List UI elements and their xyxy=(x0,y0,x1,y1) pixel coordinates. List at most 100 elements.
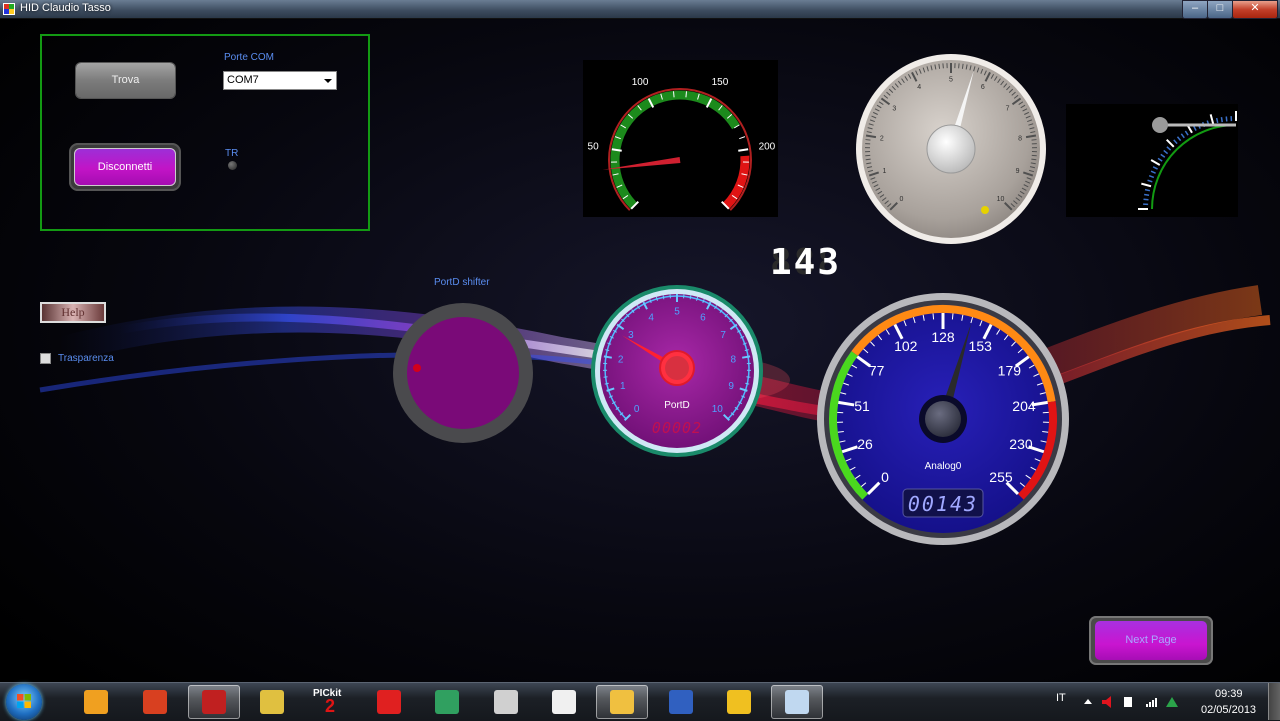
find-button[interactable]: Trova xyxy=(76,63,175,98)
calculator-icon xyxy=(494,690,518,714)
gauge-tick xyxy=(746,377,750,378)
taskbar-item-flash-app[interactable] xyxy=(363,685,415,719)
gauge-tick xyxy=(686,91,687,97)
gauge-tick-label: 7 xyxy=(1006,105,1010,112)
taskbar-item-vb-app[interactable] xyxy=(655,685,707,719)
gauge-tick-label: 3 xyxy=(892,105,896,112)
gauge-tick-label: 9 xyxy=(728,381,734,392)
folder-tools-icon xyxy=(143,690,167,714)
drive-icon xyxy=(1166,697,1178,707)
disconnect-button[interactable]: Disconnetti xyxy=(74,148,176,186)
gauge-tick-label: 0 xyxy=(900,196,904,203)
close-button[interactable]: ✕ xyxy=(1232,0,1278,19)
gauge-tick-label: 8 xyxy=(731,355,737,366)
video-app-icon xyxy=(260,690,284,714)
help-button[interactable]: Help xyxy=(40,302,106,323)
gauge-tick-label: 179 xyxy=(998,363,1022,379)
arc-slider-gauge xyxy=(1066,104,1238,217)
next-page-button[interactable]: Next Page xyxy=(1095,621,1207,660)
gauge-tick xyxy=(933,313,934,319)
gauge-tick-label: 153 xyxy=(969,338,993,354)
tr-label: TR xyxy=(225,148,238,159)
title-bar: HID Claudio Tasso xyxy=(0,0,1280,19)
taskbar-item-explorer[interactable] xyxy=(596,685,648,719)
gauge-tick xyxy=(1144,194,1149,195)
minimize-button[interactable]: – xyxy=(1182,0,1208,19)
gauge-tick xyxy=(939,64,940,69)
transparency-checkbox[interactable] xyxy=(40,353,51,364)
taskbar-item-blank-window[interactable] xyxy=(771,685,823,719)
gauge-tick-label: 2 xyxy=(618,355,624,366)
svg-text:00143: 00143 xyxy=(908,492,978,516)
digital-readout-value: 143 xyxy=(770,242,841,283)
gauge-tick-label: 8 xyxy=(1018,135,1022,142)
gauge-tick-label: 1 xyxy=(882,168,886,175)
svg-text:00002: 00002 xyxy=(652,419,702,437)
explorer-icon xyxy=(610,690,634,714)
gauge-tick xyxy=(1226,117,1227,122)
blank-window-icon xyxy=(785,690,809,714)
gauge-tick-label: 77 xyxy=(869,363,885,379)
language-indicator[interactable]: IT xyxy=(1056,692,1066,704)
digital-readout: 888 143 xyxy=(770,241,841,285)
volume-icon xyxy=(1102,696,1111,708)
gauge-tick-label: 255 xyxy=(989,469,1013,485)
taskbar-item-calculator[interactable] xyxy=(480,685,532,719)
gauge-tick-label: 50 xyxy=(588,142,600,153)
taskbar-item-chrome[interactable] xyxy=(713,685,765,719)
gauge-tick-label: 100 xyxy=(632,77,649,88)
clock-date[interactable]: 02/05/2013 xyxy=(1201,704,1256,716)
silver-dial-gauge: 012345678910 xyxy=(854,52,1048,246)
taskbar-item-pickit2[interactable]: PICkit2 xyxy=(305,685,357,719)
com-port-select[interactable]: COM7 xyxy=(223,71,337,90)
clock-time[interactable]: 09:39 xyxy=(1215,688,1243,700)
gauge-tick-label: 0 xyxy=(881,469,889,485)
maximize-button[interactable]: □ xyxy=(1207,0,1233,19)
chrome-icon xyxy=(727,690,751,714)
chevron-down-icon[interactable] xyxy=(324,79,332,83)
gauge-tick-label: 0 xyxy=(634,404,640,415)
gauge-tick xyxy=(742,356,750,357)
knob-indicator-dot xyxy=(413,364,421,372)
com-port-label: Porte COM xyxy=(224,52,274,63)
gauge-tick xyxy=(1221,117,1222,122)
show-hidden-icons-icon xyxy=(1084,699,1092,704)
vb-app-icon xyxy=(669,690,693,714)
gauge-tick-label: 102 xyxy=(894,338,918,354)
gauge-tick xyxy=(1144,199,1149,200)
com-port-value: COM7 xyxy=(227,74,259,86)
taskbar-item-media-player[interactable] xyxy=(70,685,122,719)
gauge-tick-label: 150 xyxy=(712,77,729,88)
speedometer-gauge: 050100150200250 xyxy=(583,60,778,217)
gauge-tick-label: 9 xyxy=(1016,168,1020,175)
portd-shifter-knob[interactable] xyxy=(392,302,534,444)
system-tray-icons[interactable] xyxy=(1080,694,1180,710)
gauge-tick-label: 4 xyxy=(917,84,921,91)
taskbar-item-3d-app[interactable] xyxy=(421,685,473,719)
gauge-tick xyxy=(1217,118,1218,123)
gauge-tick-label: 200 xyxy=(759,142,776,153)
gauge-tick-label: 5 xyxy=(674,307,680,318)
gauge-tick-label: 6 xyxy=(700,313,706,324)
gauge-tick-label: 204 xyxy=(1012,398,1036,414)
taskbar-item-mplab-ide[interactable] xyxy=(188,685,240,719)
gauge-tick-label: 128 xyxy=(931,329,955,345)
gauge-tick xyxy=(674,91,675,97)
tr-led-indicator xyxy=(228,161,237,170)
taskbar-item-folder-tools[interactable] xyxy=(129,685,181,719)
media-player-icon xyxy=(84,690,108,714)
svg-text:PortD: PortD xyxy=(664,400,690,411)
gauge-tick-label: 51 xyxy=(854,398,870,414)
portd-gauge: 012345678910 PortD 00002 xyxy=(590,284,764,458)
show-desktop-button[interactable] xyxy=(1268,683,1280,720)
gauge-tick-label: 10 xyxy=(712,404,724,415)
windows-logo-icon xyxy=(17,694,31,708)
gauge-tick xyxy=(604,356,612,357)
gauge-tick-label: 230 xyxy=(1009,436,1033,452)
gauge-tick-label: 5 xyxy=(949,76,953,83)
taskbar-item-connectivity[interactable] xyxy=(538,685,590,719)
taskbar-item-video-app[interactable] xyxy=(246,685,298,719)
usb-device-icon xyxy=(1124,697,1132,707)
gauge-indicator-dot xyxy=(981,206,989,214)
3d-app-icon xyxy=(435,690,459,714)
